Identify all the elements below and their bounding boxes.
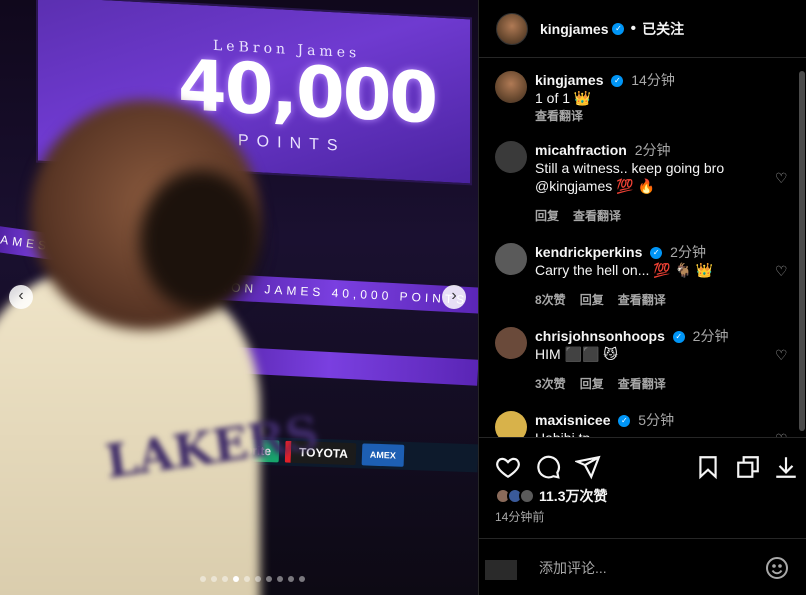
add-comment-input[interactable] bbox=[539, 558, 759, 578]
comment-item: micahfraction 2分钟 Still a witness.. keep… bbox=[495, 141, 795, 224]
comment-item: maxisnicee ✓ 5分钟 Habibi tp bbox=[495, 411, 795, 437]
add-comment-bar bbox=[479, 538, 806, 595]
comment-bubble-icon[interactable] bbox=[535, 454, 561, 480]
commenter-avatar[interactable] bbox=[495, 243, 527, 275]
current-user-avatar bbox=[485, 560, 517, 580]
post-media: LeBron James 40,000 POINTS JAMES 40 LeBR… bbox=[0, 0, 478, 595]
next-slide-button[interactable]: › bbox=[442, 285, 466, 309]
comment-time: 2分钟 bbox=[692, 328, 729, 344]
caption-time: 14分钟 bbox=[631, 72, 675, 88]
comment-likes-count[interactable]: 8次赞 bbox=[535, 291, 566, 308]
commenter-username[interactable]: kendrickperkins bbox=[535, 244, 642, 260]
comment-time: 2分钟 bbox=[670, 244, 706, 260]
scrollbar-thumb[interactable] bbox=[799, 71, 805, 431]
likes-summary[interactable]: 11.3万次赞 bbox=[495, 486, 607, 506]
reply-button[interactable]: 回复 bbox=[580, 291, 604, 308]
slide-dot bbox=[211, 576, 217, 582]
reply-button[interactable]: 回复 bbox=[580, 375, 604, 392]
post-side-panel: kingjames ✓ • 已关注 kingjames ✓ 14分钟 1 of … bbox=[478, 0, 806, 595]
comments-scrollbar[interactable] bbox=[798, 59, 806, 437]
comments-list[interactable]: kingjames ✓ 14分钟 1 of 1 👑 查看翻译 micahfrac… bbox=[479, 59, 799, 437]
slide-indicator bbox=[200, 576, 305, 582]
verified-badge-icon: ✓ bbox=[611, 75, 624, 88]
verified-badge-icon: ✓ bbox=[672, 331, 685, 344]
verified-badge-icon: ✓ bbox=[650, 247, 663, 260]
slide-dot bbox=[222, 576, 228, 582]
author-username[interactable]: kingjames bbox=[540, 21, 608, 37]
post-time-ago: 14分钟前 bbox=[495, 510, 545, 524]
translate-link[interactable]: 查看翻译 bbox=[618, 291, 666, 308]
comment-like-icon[interactable]: ♡ bbox=[775, 263, 791, 279]
verified-badge-icon: ✓ bbox=[618, 415, 631, 428]
commenter-avatar[interactable] bbox=[495, 327, 527, 359]
caption: kingjames ✓ 14分钟 1 of 1 👑 查看翻译 bbox=[495, 71, 795, 124]
translate-link[interactable]: 查看翻译 bbox=[618, 375, 666, 392]
slide-dot bbox=[233, 576, 239, 582]
reply-button[interactable]: 回复 bbox=[535, 207, 559, 224]
comment-text: Still a witness.. keep going bro @kingja… bbox=[535, 160, 725, 194]
slide-dot bbox=[288, 576, 294, 582]
slide-dot bbox=[244, 576, 250, 582]
commenter-avatar[interactable] bbox=[495, 141, 527, 173]
comment-item: kendrickperkins ✓ 2分钟 Carry the hell on.… bbox=[495, 243, 795, 308]
header-separator: • bbox=[630, 19, 637, 37]
commenter-username[interactable]: maxisnicee bbox=[535, 412, 611, 428]
verified-badge-icon: ✓ bbox=[612, 22, 625, 35]
slide-dot bbox=[299, 576, 305, 582]
comment-time: 5分钟 bbox=[638, 412, 675, 428]
comment-likes-count[interactable]: 3次赞 bbox=[535, 375, 566, 392]
slide-dot bbox=[277, 576, 283, 582]
comment-item: chrisjohnsonhoops ✓ 2分钟 HIM ⬛⬛ 😼 3次赞 回复 … bbox=[495, 327, 795, 392]
post-header: kingjames ✓ • 已关注 bbox=[479, 0, 806, 58]
commenter-avatar[interactable] bbox=[495, 411, 527, 437]
save-bookmark-icon[interactable] bbox=[695, 454, 721, 480]
emoji-icon[interactable] bbox=[765, 556, 789, 580]
slide-dot bbox=[255, 576, 261, 582]
share-send-icon[interactable] bbox=[575, 454, 601, 480]
player-beard bbox=[140, 170, 260, 310]
caption-avatar[interactable] bbox=[495, 71, 527, 103]
comment-like-icon[interactable]: ♡ bbox=[775, 170, 791, 186]
screen-sub-text: POINTS bbox=[238, 132, 346, 155]
caption-username[interactable]: kingjames bbox=[535, 72, 603, 88]
download-icon[interactable] bbox=[773, 454, 799, 480]
likes-count[interactable]: 11.3万次赞 bbox=[539, 486, 607, 506]
comment-text: Habibi tp bbox=[535, 429, 765, 437]
commenter-username[interactable]: chrisjohnsonhoops bbox=[535, 328, 665, 344]
caption-translate-link[interactable]: 查看翻译 bbox=[535, 107, 583, 124]
comment-text: HIM ⬛⬛ 😼 bbox=[535, 346, 618, 362]
liker-avatar bbox=[519, 488, 535, 504]
ad-amex: AMEX bbox=[361, 443, 405, 467]
previous-slide-button[interactable]: ‹ bbox=[9, 285, 33, 309]
following-button[interactable]: 已关注 bbox=[642, 19, 684, 39]
commenter-username[interactable]: micahfraction bbox=[535, 142, 627, 158]
caption-text: 1 of 1 👑 bbox=[535, 90, 592, 106]
like-heart-icon[interactable] bbox=[495, 454, 521, 480]
slide-dot bbox=[200, 576, 206, 582]
comment-time: 2分钟 bbox=[634, 142, 671, 158]
translate-link[interactable]: 查看翻译 bbox=[573, 207, 621, 224]
comment-like-icon[interactable]: ♡ bbox=[775, 347, 791, 363]
author-avatar[interactable] bbox=[496, 12, 528, 45]
copy-post-icon[interactable] bbox=[735, 454, 761, 480]
slide-dot bbox=[266, 576, 272, 582]
comment-text: Carry the hell on... 💯 🐐 👑 bbox=[535, 262, 714, 278]
